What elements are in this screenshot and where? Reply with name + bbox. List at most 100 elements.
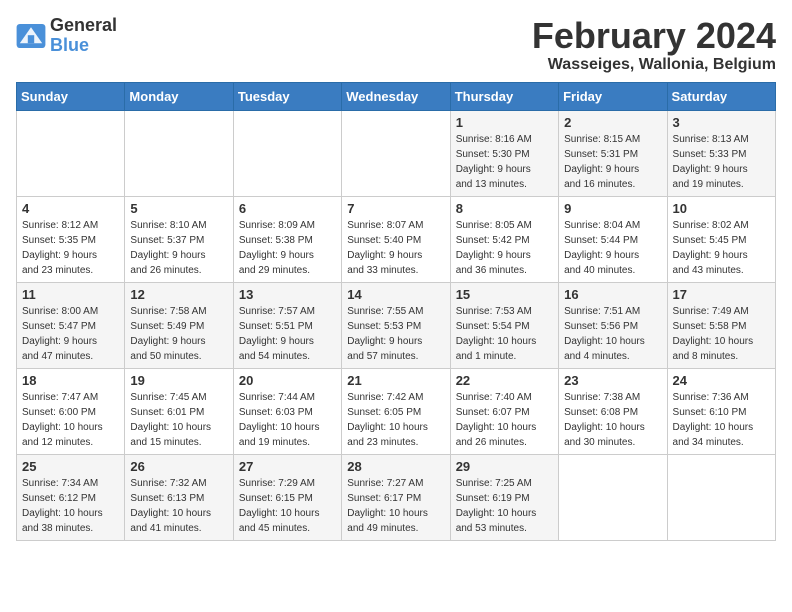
calendar-cell: 22Sunrise: 7:40 AMSunset: 6:07 PMDayligh…: [450, 368, 558, 454]
day-info: Sunrise: 7:47 AMSunset: 6:00 PMDaylight:…: [22, 390, 119, 450]
calendar-header-row: SundayMondayTuesdayWednesdayThursdayFrid…: [17, 82, 776, 110]
calendar-cell: 19Sunrise: 7:45 AMSunset: 6:01 PMDayligh…: [125, 368, 233, 454]
calendar-cell: 16 Sunrise: 7:51 AMSunset: 5:56 PMDayligh…: [559, 282, 667, 368]
calendar-cell: 11 Sunrise: 8:00 AMSunset: 5:47 PMDayligh…: [17, 282, 125, 368]
day-number: 8: [456, 201, 553, 216]
calendar-cell: 10 Sunrise: 8:02 AMSunset: 5:45 PMDayligh…: [667, 196, 775, 282]
day-number: 15: [456, 287, 553, 302]
day-number: 12: [130, 287, 227, 302]
logo-text-blue: Blue: [50, 36, 117, 56]
calendar-week-row: 4 Sunrise: 8:12 AMSunset: 5:35 PMDaylight…: [17, 196, 776, 282]
calendar-week-row: 25Sunrise: 7:34 AMSunset: 6:12 PMDayligh…: [17, 454, 776, 540]
day-number: 29: [456, 459, 553, 474]
calendar-cell: 12 Sunrise: 7:58 AMSunset: 5:49 PMDayligh…: [125, 282, 233, 368]
day-number: 4: [22, 201, 119, 216]
calendar-cell: 3 Sunrise: 8:13 AMSunset: 5:33 PMDaylight…: [667, 110, 775, 196]
day-number: 17: [673, 287, 770, 302]
calendar-cell: 5 Sunrise: 8:10 AMSunset: 5:37 PMDaylight…: [125, 196, 233, 282]
day-number: 13: [239, 287, 336, 302]
day-info: Sunrise: 7:29 AMSunset: 6:15 PMDaylight:…: [239, 476, 336, 536]
calendar-cell: [17, 110, 125, 196]
title-area: February 2024 Wasseiges, Wallonia, Belgi…: [532, 16, 776, 74]
day-number: 14: [347, 287, 444, 302]
calendar-week-row: 18 Sunrise: 7:47 AMSunset: 6:00 PMDayligh…: [17, 368, 776, 454]
day-info: Sunrise: 8:04 AMSunset: 5:44 PMDaylight:…: [564, 218, 661, 278]
day-info: Sunrise: 8:02 AMSunset: 5:45 PMDaylight:…: [673, 218, 770, 278]
day-number: 23: [564, 373, 661, 388]
day-info: Sunrise: 7:53 AMSunset: 5:54 PMDaylight:…: [456, 304, 553, 364]
day-number: 18: [22, 373, 119, 388]
calendar-cell: 17Sunrise: 7:49 AMSunset: 5:58 PMDayligh…: [667, 282, 775, 368]
day-info: Sunrise: 8:10 AMSunset: 5:37 PMDaylight:…: [130, 218, 227, 278]
calendar-cell: 23 Sunrise: 7:38 AMSunset: 6:08 PMDayligh…: [559, 368, 667, 454]
calendar-cell: 26 Sunrise: 7:32 AMSunset: 6:13 PMDayligh…: [125, 454, 233, 540]
calendar-cell: 25Sunrise: 7:34 AMSunset: 6:12 PMDayligh…: [17, 454, 125, 540]
day-number: 7: [347, 201, 444, 216]
header: General Blue February 2024 Wasseiges, Wa…: [16, 16, 776, 74]
calendar-table: SundayMondayTuesdayWednesdayThursdayFrid…: [16, 82, 776, 541]
day-number: 27: [239, 459, 336, 474]
day-number: 20: [239, 373, 336, 388]
day-number: 26: [130, 459, 227, 474]
day-number: 10: [673, 201, 770, 216]
day-info: Sunrise: 8:05 AMSunset: 5:42 PMDaylight:…: [456, 218, 553, 278]
day-number: 6: [239, 201, 336, 216]
header-day-thursday: Thursday: [450, 82, 558, 110]
logo-text-general: General: [50, 16, 117, 36]
day-info: Sunrise: 7:42 AMSunset: 6:05 PMDaylight:…: [347, 390, 444, 450]
day-number: 3: [673, 115, 770, 130]
day-info: Sunrise: 8:09 AMSunset: 5:38 PMDaylight:…: [239, 218, 336, 278]
day-info: Sunrise: 7:45 AMSunset: 6:01 PMDaylight:…: [130, 390, 227, 450]
calendar-cell: [125, 110, 233, 196]
calendar-cell: 21 Sunrise: 7:42 AMSunset: 6:05 PMDayligh…: [342, 368, 450, 454]
day-number: 5: [130, 201, 227, 216]
day-number: 28: [347, 459, 444, 474]
day-info: Sunrise: 8:00 AMSunset: 5:47 PMDaylight:…: [22, 304, 119, 364]
day-info: Sunrise: 7:34 AMSunset: 6:12 PMDaylight:…: [22, 476, 119, 536]
day-info: Sunrise: 7:32 AMSunset: 6:13 PMDaylight:…: [130, 476, 227, 536]
logo-icon: [16, 24, 46, 48]
day-number: 2: [564, 115, 661, 130]
calendar-cell: [667, 454, 775, 540]
day-info: Sunrise: 7:51 AMSunset: 5:56 PMDaylight:…: [564, 304, 661, 364]
day-info: Sunrise: 7:57 AMSunset: 5:51 PMDaylight:…: [239, 304, 336, 364]
day-info: Sunrise: 7:58 AMSunset: 5:49 PMDaylight:…: [130, 304, 227, 364]
calendar-cell: 7Sunrise: 8:07 AMSunset: 5:40 PMDaylight…: [342, 196, 450, 282]
location-subtitle: Wasseiges, Wallonia, Belgium: [532, 56, 776, 74]
calendar-cell: 24 Sunrise: 7:36 AMSunset: 6:10 PMDayligh…: [667, 368, 775, 454]
day-info: Sunrise: 8:12 AMSunset: 5:35 PMDaylight:…: [22, 218, 119, 278]
day-info: Sunrise: 7:44 AMSunset: 6:03 PMDaylight:…: [239, 390, 336, 450]
calendar-cell: [342, 110, 450, 196]
day-number: 1: [456, 115, 553, 130]
calendar-cell: 27 Sunrise: 7:29 AMSunset: 6:15 PMDayligh…: [233, 454, 341, 540]
month-year-title: February 2024: [532, 16, 776, 56]
day-info: Sunrise: 8:13 AMSunset: 5:33 PMDaylight:…: [673, 132, 770, 192]
header-day-tuesday: Tuesday: [233, 82, 341, 110]
day-number: 16: [564, 287, 661, 302]
day-info: Sunrise: 8:16 AMSunset: 5:30 PMDaylight:…: [456, 132, 553, 192]
day-info: Sunrise: 7:55 AMSunset: 5:53 PMDaylight:…: [347, 304, 444, 364]
logo: General Blue: [16, 16, 117, 56]
calendar-cell: 20 Sunrise: 7:44 AMSunset: 6:03 PMDayligh…: [233, 368, 341, 454]
header-day-sunday: Sunday: [17, 82, 125, 110]
calendar-cell: [233, 110, 341, 196]
day-info: Sunrise: 7:38 AMSunset: 6:08 PMDaylight:…: [564, 390, 661, 450]
calendar-week-row: 1 Sunrise: 8:16 AMSunset: 5:30 PMDaylight…: [17, 110, 776, 196]
calendar-cell: 6 Sunrise: 8:09 AMSunset: 5:38 PMDaylight…: [233, 196, 341, 282]
calendar-cell: 18 Sunrise: 7:47 AMSunset: 6:00 PMDayligh…: [17, 368, 125, 454]
day-info: Sunrise: 8:15 AMSunset: 5:31 PMDaylight:…: [564, 132, 661, 192]
header-day-friday: Friday: [559, 82, 667, 110]
calendar-cell: 29 Sunrise: 7:25 AMSunset: 6:19 PMDayligh…: [450, 454, 558, 540]
day-number: 11: [22, 287, 119, 302]
day-info: Sunrise: 7:36 AMSunset: 6:10 PMDaylight:…: [673, 390, 770, 450]
day-number: 24: [673, 373, 770, 388]
day-number: 21: [347, 373, 444, 388]
calendar-cell: 9 Sunrise: 8:04 AMSunset: 5:44 PMDaylight…: [559, 196, 667, 282]
day-info: Sunrise: 7:25 AMSunset: 6:19 PMDaylight:…: [456, 476, 553, 536]
header-day-monday: Monday: [125, 82, 233, 110]
calendar-cell: 14 Sunrise: 7:55 AMSunset: 5:53 PMDayligh…: [342, 282, 450, 368]
header-day-wednesday: Wednesday: [342, 82, 450, 110]
calendar-cell: 2 Sunrise: 8:15 AMSunset: 5:31 PMDaylight…: [559, 110, 667, 196]
day-number: 22: [456, 373, 553, 388]
day-number: 9: [564, 201, 661, 216]
